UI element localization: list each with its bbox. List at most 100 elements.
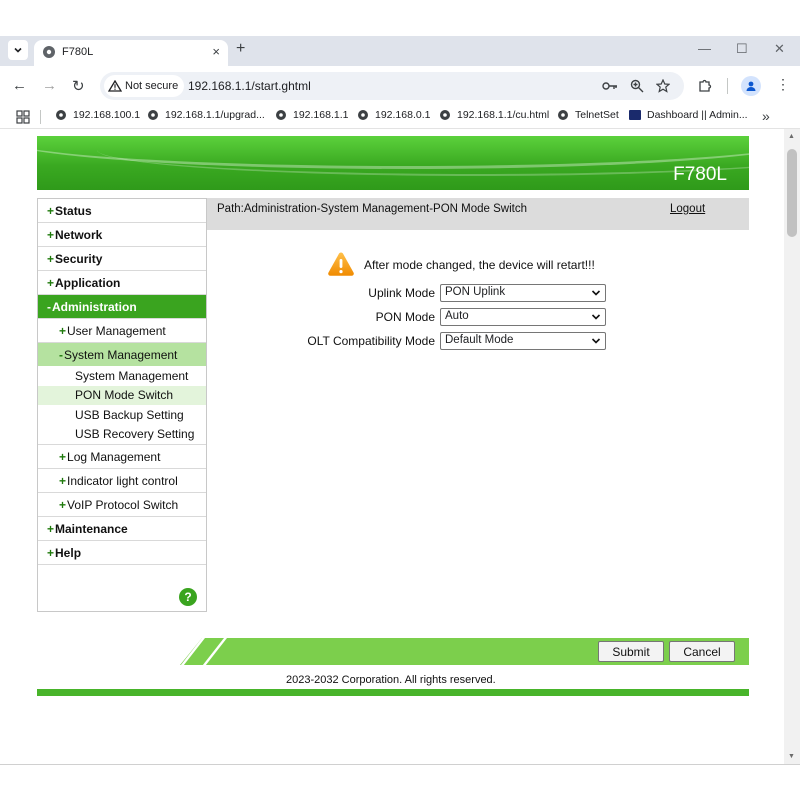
copyright-text: 2023-2032 Corporation. All rights reserv… bbox=[286, 674, 496, 686]
back-icon[interactable]: ← bbox=[12, 77, 27, 94]
browser-toolbar: ← → ↻ Not secure 192.168.1.1/start.ghtml… bbox=[0, 66, 800, 106]
sidebar-item-administration[interactable]: - Administration bbox=[38, 295, 206, 319]
expand-icon: + bbox=[59, 449, 67, 464]
sidebar-item-log-management[interactable]: + Log Management bbox=[38, 445, 206, 469]
address-bar[interactable]: Not secure 192.168.1.1/start.ghtml bbox=[100, 72, 684, 100]
minimize-icon[interactable]: — bbox=[698, 41, 711, 56]
sidebar-item-maintenance[interactable]: + Maintenance bbox=[38, 517, 206, 541]
cancel-button[interactable]: Cancel bbox=[669, 641, 735, 662]
expand-icon: + bbox=[47, 275, 55, 290]
zoom-icon[interactable] bbox=[630, 79, 644, 93]
olt-compatibility-mode-value: Default Mode bbox=[445, 334, 514, 346]
uplink-mode-label: Uplink Mode bbox=[368, 286, 435, 300]
sidebar-item-label: PON Mode Switch bbox=[75, 388, 174, 403]
bookmarks-overflow-icon[interactable]: » bbox=[762, 108, 770, 124]
page-scrollbar[interactable]: ▲ ▼ bbox=[784, 129, 800, 764]
collapse-icon: - bbox=[47, 299, 51, 314]
header-banner: F780L bbox=[37, 136, 749, 190]
sidebar-item-system-management[interactable]: - System Management bbox=[38, 343, 206, 366]
tab-search-button[interactable] bbox=[8, 40, 28, 60]
bookmark-item[interactable]: 192.168.0.1 bbox=[357, 109, 430, 121]
scroll-up-icon[interactable]: ▲ bbox=[788, 133, 795, 140]
bookmark-item[interactable]: 192.168.1.1 bbox=[275, 109, 348, 121]
sidebar-subitem-pon-mode-switch[interactable]: PON Mode Switch bbox=[38, 385, 206, 405]
expand-icon: + bbox=[59, 497, 67, 512]
bookmark-item[interactable]: 192.168.100.1 bbox=[55, 109, 140, 121]
bookmark-label: 192.168.1.1/upgrad... bbox=[165, 109, 265, 121]
sidebar-subitem-system-management[interactable]: System Management bbox=[38, 366, 206, 386]
expand-icon: + bbox=[59, 473, 67, 488]
browser-tab[interactable]: F780L × bbox=[34, 40, 228, 66]
uplink-mode-value: PON Uplink bbox=[445, 286, 506, 298]
tab-close-icon[interactable]: × bbox=[212, 44, 220, 59]
pon-mode-select[interactable]: Auto bbox=[440, 308, 606, 326]
window-close-icon[interactable]: ✕ bbox=[774, 41, 785, 57]
sidebar-item-status[interactable]: + Status bbox=[38, 199, 206, 223]
dashboard-icon bbox=[629, 110, 641, 120]
sidebar-item-label: USB Recovery Setting bbox=[75, 427, 195, 442]
sidebar-item-user-management[interactable]: + User Management bbox=[38, 319, 206, 343]
chevron-down-icon bbox=[591, 338, 601, 344]
uplink-mode-select[interactable]: PON Uplink bbox=[440, 284, 606, 302]
globe-icon bbox=[43, 46, 55, 58]
warning-icon bbox=[108, 80, 122, 92]
warning-message: After mode changed, the device will reta… bbox=[364, 258, 595, 272]
maximize-icon[interactable]: ☐ bbox=[736, 41, 748, 57]
sidebar-item-help[interactable]: + Help bbox=[38, 541, 206, 565]
logout-link[interactable]: Logout bbox=[670, 203, 705, 215]
security-label: Not secure bbox=[125, 80, 179, 92]
chevron-down-icon bbox=[14, 47, 22, 53]
globe-icon bbox=[358, 110, 368, 120]
expand-icon: + bbox=[47, 545, 55, 560]
bookmark-label: 192.168.1.1/cu.html bbox=[457, 109, 550, 121]
warning-icon bbox=[328, 252, 354, 276]
sidebar-subitem-usb-recovery-setting[interactable]: USB Recovery Setting bbox=[38, 425, 206, 445]
sidebar-item-label: Log Management bbox=[67, 449, 161, 464]
sidebar-item-security[interactable]: + Security bbox=[38, 247, 206, 271]
help-icon[interactable]: ? bbox=[179, 588, 197, 606]
url-text[interactable]: 192.168.1.1/start.ghtml bbox=[188, 79, 311, 93]
sidebar-item-label: Application bbox=[55, 275, 121, 290]
collapse-icon: - bbox=[59, 347, 63, 362]
device-model: F780L bbox=[673, 164, 727, 185]
more-icon[interactable]: ⋮ bbox=[776, 76, 790, 93]
profile-icon[interactable] bbox=[741, 76, 761, 96]
bookmark-item[interactable]: 192.168.1.1/cu.html bbox=[439, 109, 549, 121]
toolbar-divider bbox=[727, 78, 728, 94]
sidebar-item-label: Help bbox=[55, 545, 82, 560]
star-icon[interactable] bbox=[656, 79, 670, 93]
new-tab-button[interactable]: + bbox=[236, 40, 245, 58]
sidebar-item-label: Security bbox=[55, 251, 103, 266]
sidebar-item-application[interactable]: + Application bbox=[38, 271, 206, 295]
globe-icon bbox=[440, 110, 450, 120]
security-chip[interactable]: Not secure bbox=[104, 75, 185, 97]
bookmark-label: 192.168.0.1 bbox=[375, 109, 431, 121]
sidebar-item-label: Network bbox=[55, 227, 103, 242]
extensions-icon[interactable] bbox=[698, 78, 713, 93]
submit-button[interactable]: Submit bbox=[598, 641, 664, 662]
scroll-down-icon[interactable]: ▼ bbox=[788, 753, 795, 760]
window-bottom-edge bbox=[0, 764, 800, 765]
bookmark-item[interactable]: Dashboard || Admin... bbox=[629, 109, 748, 121]
sidebar-item-voip-protocol-switch[interactable]: + VoIP Protocol Switch bbox=[38, 493, 206, 517]
person-icon bbox=[746, 81, 756, 91]
forward-icon[interactable]: → bbox=[42, 77, 57, 94]
sidebar-item-label: Maintenance bbox=[55, 521, 128, 536]
apps-icon[interactable] bbox=[16, 110, 30, 124]
tab-strip: F780L × + — ☐ ✕ bbox=[0, 36, 800, 66]
footer-bar bbox=[37, 689, 749, 696]
olt-compatibility-mode-select[interactable]: Default Mode bbox=[440, 332, 606, 350]
key-icon[interactable] bbox=[602, 80, 618, 92]
bookmark-item[interactable]: 192.168.1.1/upgrad... bbox=[147, 109, 265, 121]
sidebar-item-indicator-light-control[interactable]: + Indicator light control bbox=[38, 469, 206, 493]
expand-icon: + bbox=[59, 323, 67, 338]
pon-mode-value: Auto bbox=[445, 310, 469, 322]
sidebar-item-label: System Management bbox=[64, 347, 178, 362]
chevron-down-icon bbox=[591, 290, 601, 296]
bookmark-label: 192.168.100.1 bbox=[73, 109, 141, 121]
reload-icon[interactable]: ↻ bbox=[72, 77, 85, 95]
bookmark-item[interactable]: TelnetSet bbox=[557, 109, 619, 121]
sidebar-item-network[interactable]: + Network bbox=[38, 223, 206, 247]
sidebar-subitem-usb-backup-setting[interactable]: USB Backup Setting bbox=[38, 405, 206, 425]
scroll-thumb[interactable] bbox=[787, 149, 797, 237]
